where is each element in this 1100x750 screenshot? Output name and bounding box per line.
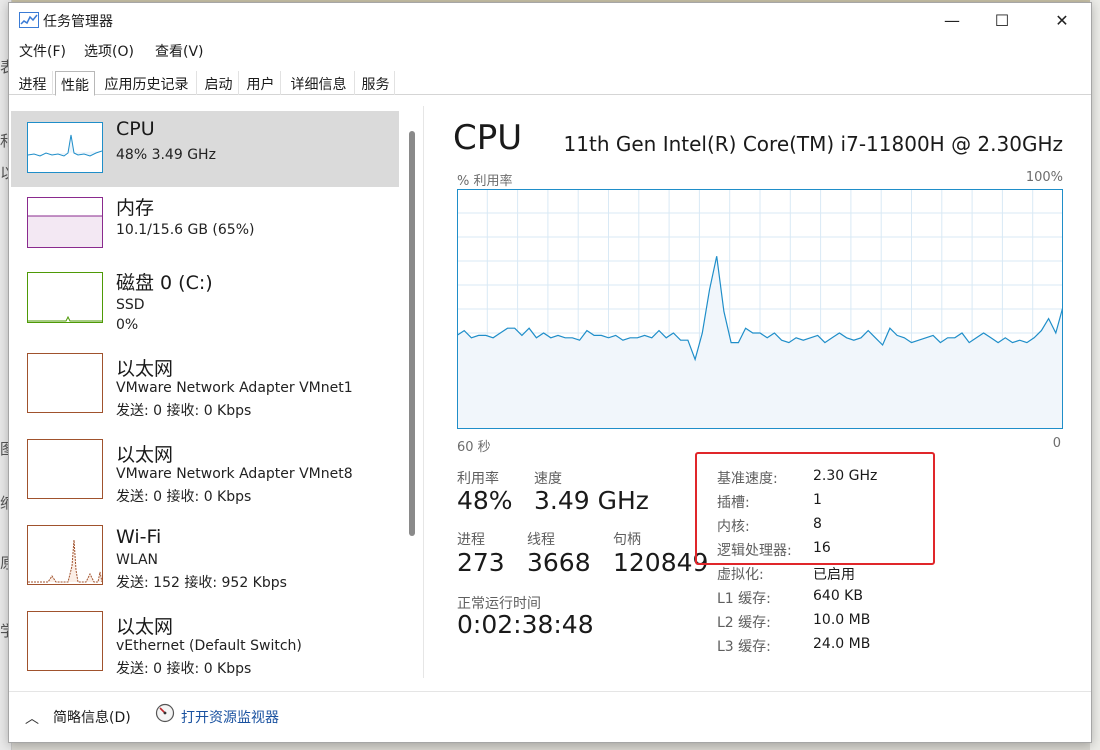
virtualization-label: 虚拟化:	[717, 567, 764, 583]
fewer-details-button[interactable]: 简略信息(D)	[53, 707, 131, 727]
threads-label: 线程	[527, 532, 555, 548]
sidebar-item-wifi[interactable]: Wi-Fi WLAN 发送: 152 接收: 952 Kbps	[11, 519, 399, 595]
ethernet-thumbnail-graph	[27, 611, 103, 671]
sidebar-item-name: 以太网	[116, 444, 174, 466]
performance-content: CPU 48% 3.49 GHz 内存 10.1/15.6 GB (65%) 磁…	[9, 96, 1091, 692]
task-manager-icon	[19, 12, 39, 28]
l2-cache-label: L2 缓存:	[717, 615, 771, 631]
tab-users[interactable]: 用户	[241, 71, 281, 95]
sidebar-scrollbar[interactable]	[409, 131, 415, 536]
tab-app-history[interactable]: 应用历史记录	[97, 71, 197, 95]
chevron-up-icon[interactable]: ︿	[25, 708, 39, 728]
graph-y-max-label: 100%	[1025, 170, 1063, 185]
sidebar-item-detail: WLAN	[116, 552, 159, 568]
sidebar-item-detail: SSD	[116, 297, 145, 313]
close-button[interactable]: ✕	[1032, 3, 1092, 37]
handles-label: 句柄	[613, 532, 641, 548]
sidebar-item-ethernet-vethernet[interactable]: 以太网 vEthernet (Default Switch) 发送: 0 接收:…	[11, 605, 399, 681]
sidebar-item-detail: 48% 3.49 GHz	[116, 147, 216, 163]
sidebar-item-detail: VMware Network Adapter VMnet1	[116, 380, 353, 396]
tab-performance[interactable]: 性能	[55, 71, 95, 96]
panel-divider	[423, 106, 424, 678]
title-bar[interactable]: 任务管理器 — ☐ ✕	[9, 3, 1091, 37]
graph-y-label: % 利用率	[457, 174, 513, 189]
ethernet-thumbnail-graph	[27, 439, 103, 499]
utilization-value: 48%	[457, 486, 513, 515]
processes-value: 273	[457, 548, 505, 577]
cpu-model-name: 11th Gen Intel(R) Core(TM) i7-11800H @ 2…	[563, 132, 1063, 156]
page-title: CPU	[453, 118, 523, 158]
sidebar-item-name: 以太网	[116, 616, 174, 638]
wifi-thumbnail-graph	[27, 525, 103, 585]
speed-label: 速度	[534, 471, 562, 487]
speed-value: 3.49 GHz	[534, 486, 649, 515]
cpu-utilization-graph	[457, 189, 1063, 429]
graph-x-right-label: 0	[1052, 436, 1061, 451]
sidebar-item-memory[interactable]: 内存 10.1/15.6 GB (65%)	[11, 186, 399, 262]
tab-services[interactable]: 服务	[357, 71, 395, 95]
l1-cache-value: 640 KB	[813, 588, 863, 604]
sidebar-item-name: 以太网	[116, 358, 174, 380]
sidebar-item-name: CPU	[116, 118, 155, 140]
resource-monitor-icon	[155, 703, 175, 723]
l2-cache-value: 10.0 MB	[813, 612, 871, 628]
tab-startup[interactable]: 启动	[199, 71, 239, 95]
sidebar-item-name: 内存	[116, 197, 155, 219]
sidebar-item-name: 磁盘 0 (C:)	[116, 272, 213, 294]
sidebar-item-ethernet-vmnet1[interactable]: 以太网 VMware Network Adapter VMnet1 发送: 0 …	[11, 347, 399, 423]
processes-label: 进程	[457, 532, 485, 548]
menu-view[interactable]: 查看(V)	[155, 41, 204, 61]
open-resource-monitor-link[interactable]: 打开资源监视器	[181, 707, 279, 727]
tab-processes[interactable]: 进程	[13, 71, 53, 95]
red-highlight-annotation	[695, 452, 935, 565]
disk-thumbnail-graph	[27, 272, 103, 323]
sidebar-item-detail-2: 发送: 0 接收: 0 Kbps	[116, 403, 252, 419]
l3-cache-label: L3 缓存:	[717, 639, 771, 655]
sidebar-item-detail-2: 0%	[116, 317, 139, 333]
sidebar-item-detail: VMware Network Adapter VMnet8	[116, 466, 353, 482]
memory-thumbnail-graph	[27, 197, 103, 248]
sidebar-item-disk[interactable]: 磁盘 0 (C:) SSD 0%	[11, 261, 399, 337]
l3-cache-value: 24.0 MB	[813, 636, 871, 652]
menu-file[interactable]: 文件(F)	[19, 41, 66, 61]
tab-details[interactable]: 详细信息	[283, 71, 355, 95]
cpu-detail-panel: CPU 11th Gen Intel(R) Core(TM) i7-11800H…	[447, 96, 1069, 692]
sidebar-item-cpu[interactable]: CPU 48% 3.49 GHz	[11, 111, 399, 187]
utilization-label: 利用率	[457, 471, 499, 487]
l1-cache-label: L1 缓存:	[717, 591, 771, 607]
sidebar-item-detail: 10.1/15.6 GB (65%)	[116, 222, 255, 238]
sidebar-item-detail-2: 发送: 0 接收: 0 Kbps	[116, 661, 252, 677]
threads-value: 3668	[527, 548, 591, 577]
graph-x-left-label: 60 秒	[457, 440, 491, 455]
sidebar-item-detail-2: 发送: 0 接收: 0 Kbps	[116, 489, 252, 505]
sidebar-item-ethernet-vmnet8[interactable]: 以太网 VMware Network Adapter VMnet8 发送: 0 …	[11, 433, 399, 509]
tab-bar: 进程 性能 应用历史记录 启动 用户 详细信息 服务	[9, 71, 1091, 96]
cpu-thumbnail-graph	[27, 122, 103, 173]
sidebar-item-name: Wi-Fi	[116, 526, 162, 548]
sidebar-item-detail-2: 发送: 152 接收: 952 Kbps	[116, 575, 287, 591]
ethernet-thumbnail-graph	[27, 353, 103, 413]
task-manager-window: 任务管理器 — ☐ ✕ 文件(F) 选项(O) 查看(V) 进程 性能 应用历史…	[8, 2, 1092, 743]
uptime-value: 0:02:38:48	[457, 610, 594, 639]
virtualization-value: 已启用	[813, 567, 855, 583]
window-title: 任务管理器	[43, 14, 113, 30]
sidebar-item-detail: vEthernet (Default Switch)	[116, 638, 302, 654]
footer-bar: ︿ 简略信息(D) 打开资源监视器	[9, 700, 1091, 740]
menu-options[interactable]: 选项(O)	[84, 41, 134, 61]
resource-sidebar: CPU 48% 3.49 GHz 内存 10.1/15.6 GB (65%) 磁…	[11, 106, 407, 692]
maximize-button[interactable]: ☐	[972, 3, 1032, 37]
